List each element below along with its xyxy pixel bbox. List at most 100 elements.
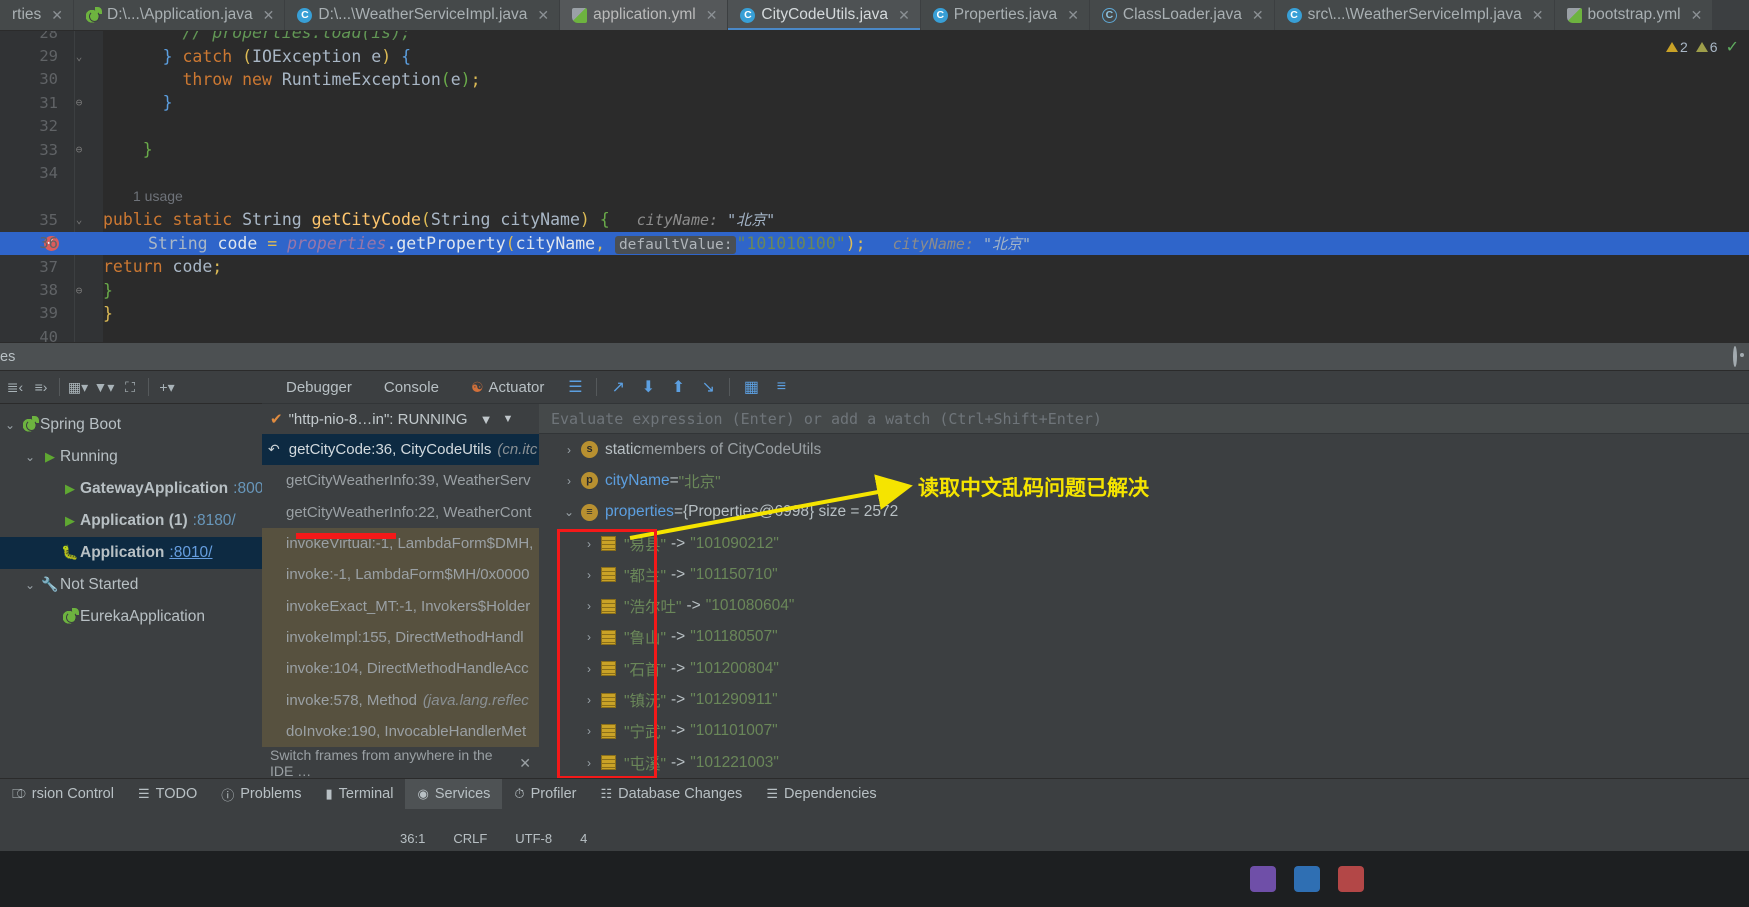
close-icon[interactable]: ✕ [898,7,910,24]
taskbar-icon-1[interactable] [1250,866,1276,892]
file-encoding[interactable]: UTF-8 [515,831,552,846]
map-entry-row[interactable]: › "易县" -> "101090212" [539,528,1749,559]
code-line[interactable]: 29 ⌄ } catch (IOException e) { [0,44,1749,67]
map-entry-row[interactable]: › "浩尔吐" -> "101080604" [539,590,1749,621]
close-icon[interactable]: ✕ [1532,7,1544,24]
expand-chevron-icon[interactable]: › [557,474,581,488]
editor-tab[interactable]: bootstrap.yml ✕ [1554,0,1714,30]
fold-marker-icon[interactable]: ⊖ [72,284,86,297]
filter-icon[interactable]: ▼▾ [91,374,117,400]
stack-frame-row[interactable]: invokeVirtual:-1, LambdaForm$DMH, [262,527,539,560]
code-line[interactable]: 32 [0,115,1749,138]
tool-window-button[interactable]: ◉ Services [405,779,503,809]
service-tree-node[interactable]: ▶ Application (1):8180/ [0,505,262,537]
code-line[interactable]: 40 [0,325,1749,342]
caret-position[interactable]: 36:1 [400,831,425,846]
stack-frame-row[interactable]: invokeExact_MT:-1, Invokers$Holder [262,590,539,622]
fold-marker-icon[interactable]: ⌄ [72,50,86,63]
expand-chevron-icon[interactable]: › [577,662,601,676]
expand-chevron-icon[interactable]: › [577,568,601,582]
map-entry-row[interactable]: › "宁武" -> "101101007" [539,716,1749,747]
map-entry-row[interactable]: › "鲁山" -> "101180507" [539,622,1749,653]
stack-frame-row[interactable]: invokeImpl:155, DirectMethodHandl [262,621,539,654]
add-frame-icon[interactable]: ⛶ [117,374,143,400]
service-tree-node[interactable]: ⌄ Spring Boot [0,409,262,441]
chevron-down-icon[interactable]: ▼ [502,413,513,425]
tool-window-button[interactable]: ☰ TODO [126,779,209,809]
strip-settings-button[interactable] [1733,346,1737,367]
service-node-port[interactable]: :8180/ [193,512,236,530]
tool-window-button[interactable]: ⏱ Profiler [502,779,588,809]
map-entry-row[interactable]: › "都兰" -> "101150710" [539,559,1749,590]
collapse-all-icon[interactable]: ≡› [28,374,54,400]
run-to-cursor-icon[interactable]: ↘ [693,374,723,400]
expand-all-icon[interactable]: ≣‹ [2,374,28,400]
stack-frame-row[interactable]: invoke:-1, LambdaForm$MH/0x0000 [262,559,539,591]
indent-size[interactable]: 4 [580,831,587,846]
map-entry-row[interactable]: › "石首" -> "101200804" [539,653,1749,684]
usage-hint-row[interactable]: 1 usage [0,185,1749,208]
settings-icon[interactable]: ≡ [766,374,796,400]
close-icon[interactable]: ✕ [1691,7,1703,24]
debugger-tab[interactable]: ☯ Actuator [455,379,560,396]
usage-hint[interactable]: 1 usage [133,188,1749,204]
expand-chevron-icon[interactable]: › [557,443,581,457]
map-entry-row[interactable]: › "屯溪" -> "101221003" [539,747,1749,778]
stack-frame-row[interactable]: invoke:578, Method (java.lang.reflec [262,684,539,716]
service-tree-node[interactable]: 🐛 Application:8010/ [0,537,262,569]
group-by-icon[interactable]: ▦▾ [65,374,91,400]
expand-chevron-icon[interactable]: › [577,693,601,707]
chevron-down-icon[interactable]: ⌄ [20,578,40,592]
code-line[interactable]: 37 return code; [0,255,1749,278]
add-icon[interactable]: +▾ [154,374,180,400]
code-line[interactable]: 38 ⊖} [0,278,1749,301]
services-tree[interactable]: ⌄ Spring Boot ⌄ ▶ Running ▶ GatewayApplication… [0,404,276,633]
service-tree-node[interactable]: ⌄ ▶ Running [0,441,262,473]
step-over-icon[interactable]: ↗ [603,374,633,400]
expand-chevron-icon[interactable]: › [577,599,601,613]
evaluate-icon[interactable]: ▦ [736,374,766,400]
layout-icon[interactable]: ☰ [560,374,590,400]
taskbar-icon-3[interactable] [1338,866,1364,892]
expand-chevron-icon[interactable]: › [577,537,601,551]
editor-tab[interactable]: application.yml ✕ [560,0,729,30]
tool-window-button[interactable]: ☰ Dependencies [754,779,888,809]
chevron-down-icon[interactable]: ⌄ [20,450,40,464]
stack-frame-row[interactable]: getCityWeatherInfo:22, WeatherCont [262,497,539,528]
service-node-port[interactable]: :8010/ [169,544,212,562]
expand-chevron-icon[interactable]: › [577,724,601,738]
close-icon[interactable]: ✕ [519,755,531,772]
inspection-widget[interactable]: 2 6 ✓ [1666,37,1739,57]
code-line[interactable]: 34 [0,161,1749,184]
step-out-icon[interactable]: ⬆ [663,374,693,400]
code-line[interactable]: 35 ⌄ public static String getCityCode(Stri… [0,208,1749,231]
close-icon[interactable]: ✕ [1067,7,1079,24]
editor-tab[interactable]: D:\...\Application.java ✕ [74,0,286,30]
code-line[interactable]: 33 ⊖ } [0,138,1749,161]
filter-icon[interactable]: ▼ [480,412,493,427]
fold-marker-icon[interactable]: ⌄ [72,213,86,226]
code-line[interactable]: 36 String code = properties.getProperty(c… [0,231,1749,255]
editor-tab[interactable]: C Properties.java ✕ [920,0,1090,30]
editor-tab[interactable]: C CityCodeUtils.java ✕ [728,0,921,30]
expand-chevron-icon[interactable]: › [577,630,601,644]
close-icon[interactable]: ✕ [263,7,275,24]
close-icon[interactable]: ✕ [51,7,63,24]
fold-marker-icon[interactable]: ⊖ [72,143,86,156]
service-tree-node[interactable]: ▶ GatewayApplication:8001/ [0,473,276,505]
variable-row[interactable]: › s static members of CityCodeUtils [539,434,1749,465]
code-line[interactable]: 39} [0,302,1749,325]
code-editor[interactable]: 28 // properties.load(is); 29 ⌄ } catch (I… [0,31,1749,342]
close-icon[interactable]: ✕ [1252,7,1264,24]
close-icon[interactable]: ✕ [706,7,718,24]
stack-frame-row[interactable]: invoke:104, DirectMethodHandleAcc [262,653,539,685]
step-into-icon[interactable]: ⬇ [633,374,663,400]
code-line[interactable]: 31 ⊖ } [0,91,1749,114]
editor-tab[interactable]: rties ✕ [0,0,75,30]
debugger-tab[interactable]: Debugger [270,379,368,396]
tool-window-button[interactable]: ☷ Database Changes [589,779,755,809]
tool-window-button[interactable]: ▮ Terminal [314,779,406,809]
map-entry-row[interactable]: › "镇沅" -> "101290911" [539,684,1749,715]
editor-tab[interactable]: C ClassLoader.java ✕ [1089,0,1275,30]
fold-marker-icon[interactable]: ⊖ [72,96,86,109]
